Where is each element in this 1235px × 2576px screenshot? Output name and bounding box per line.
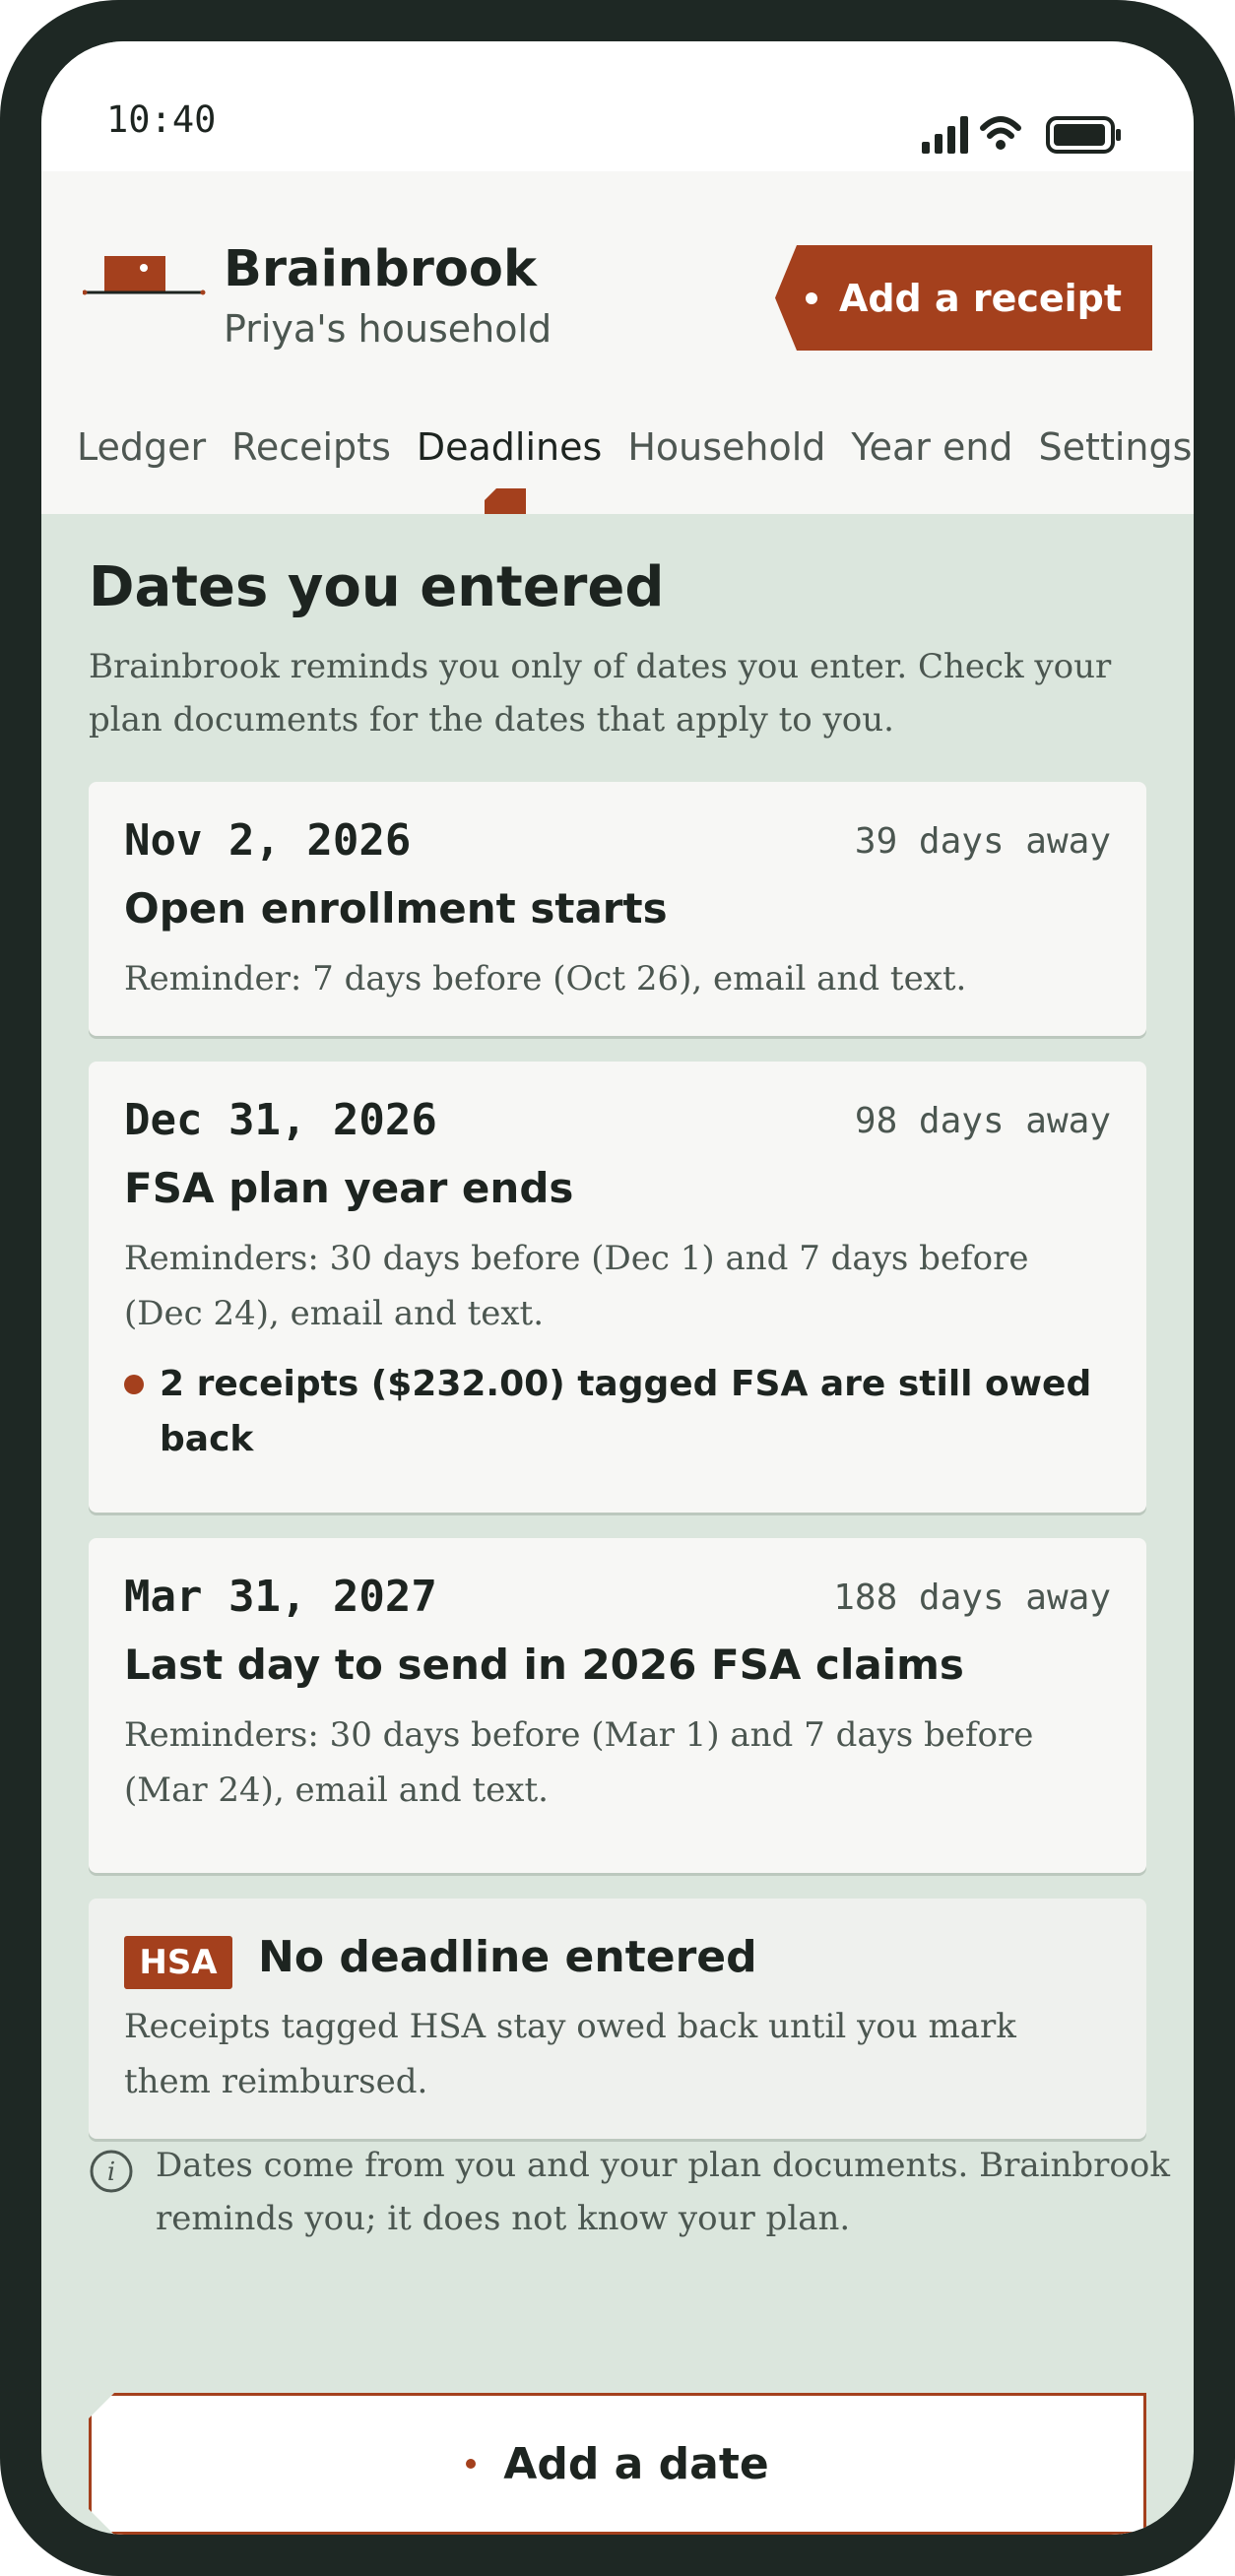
- days-away: 188 days away: [833, 1578, 1111, 1618]
- owed-back-alert: 2 receipts ($232.00) tagged FSA are stil…: [160, 1364, 1092, 1459]
- tab-bar: Ledger Receipts Deadlines Household Year…: [77, 425, 1194, 469]
- deadline-card[interactable]: Dec 31, 2026 98 days away FSA plan year …: [89, 1062, 1146, 1513]
- app-header: Brainbrook Priya's household Add a recei…: [41, 171, 1194, 514]
- bullet-icon: [805, 291, 817, 304]
- tab-receipts[interactable]: Receipts: [231, 425, 391, 469]
- add-date-label: Add a date: [503, 2438, 769, 2489]
- status-time: 10:40: [106, 98, 217, 141]
- hsa-description: Receipts tagged HSA stay owed back until…: [124, 2007, 1016, 2101]
- add-date-button[interactable]: Add a date: [89, 2393, 1146, 2535]
- page-title: Dates you entered: [89, 555, 665, 619]
- hsa-title: No deadline entered: [258, 1932, 757, 1982]
- reminder-text: Reminder: 7 days before (Oct 26), email …: [124, 959, 967, 998]
- tab-year-end[interactable]: Year end: [851, 425, 1012, 469]
- days-away: 39 days away: [854, 821, 1111, 862]
- signal-wifi-battery-icon: [922, 116, 1121, 154]
- active-tab-indicator: [485, 488, 526, 514]
- hsa-badge: HSA: [124, 1936, 232, 1989]
- phone-frame: 10:40 Brainbrook Priya's household Add a…: [0, 0, 1235, 2576]
- tab-ledger[interactable]: Ledger: [77, 425, 206, 469]
- status-bar: 10:40: [41, 41, 1194, 171]
- info-icon: i: [89, 2149, 134, 2198]
- reminder-text: Reminders: 30 days before (Mar 1) and 7 …: [124, 1715, 1034, 1810]
- deadline-date: Dec 31, 2026: [124, 1095, 437, 1145]
- household-name: Priya's household: [224, 307, 552, 351]
- deadline-card[interactable]: Nov 2, 2026 39 days away Open enrollment…: [89, 782, 1146, 1036]
- info-note: Dates come from you and your plan docume…: [156, 2146, 1170, 2238]
- brand-name: Brainbrook: [224, 240, 537, 298]
- deadline-date: Nov 2, 2026: [124, 815, 412, 866]
- tab-deadlines[interactable]: Deadlines: [417, 425, 602, 469]
- days-away: 98 days away: [854, 1101, 1111, 1141]
- brainbrook-logo-icon: [82, 248, 207, 301]
- status-icons: [922, 112, 1129, 160]
- tab-household[interactable]: Household: [627, 425, 825, 469]
- deadline-title: Open enrollment starts: [124, 884, 668, 933]
- intro-text: Brainbrook reminds you only of dates you…: [89, 647, 1112, 740]
- add-receipt-label: Add a receipt: [838, 276, 1123, 320]
- deadline-date: Mar 31, 2027: [124, 1572, 437, 1622]
- tab-settings[interactable]: Settings: [1039, 425, 1193, 469]
- svg-text:i: i: [107, 2157, 115, 2187]
- hsa-card: HSA No deadline entered Receipts tagged …: [89, 1899, 1146, 2139]
- alert-dot-icon: [124, 1375, 144, 1394]
- deadline-title: Last day to send in 2026 FSA claims: [124, 1641, 964, 1689]
- deadline-card[interactable]: Mar 31, 2027 188 days away Last day to s…: [89, 1538, 1146, 1873]
- screen: 10:40 Brainbrook Priya's household Add a…: [41, 41, 1194, 2535]
- bullet-icon: [466, 2459, 476, 2469]
- reminder-text: Reminders: 30 days before (Dec 1) and 7 …: [124, 1239, 1029, 1333]
- add-receipt-button[interactable]: Add a receipt: [775, 245, 1152, 351]
- deadline-title: FSA plan year ends: [124, 1164, 574, 1212]
